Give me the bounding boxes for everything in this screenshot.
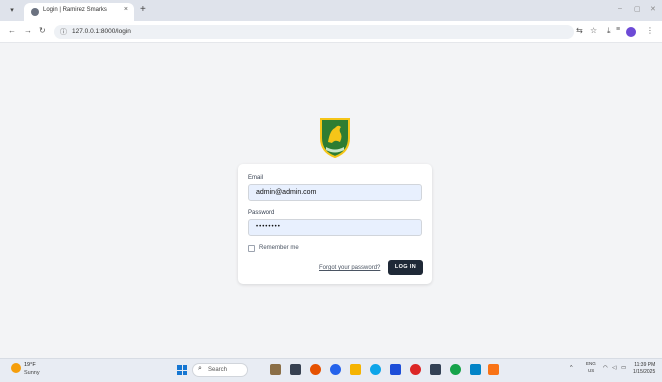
app-extra-icon[interactable] <box>488 364 499 375</box>
remember-me-checkbox[interactable] <box>248 245 255 252</box>
bookmark-star-icon[interactable]: ☆ <box>590 26 597 35</box>
weather-description[interactable]: Sunny <box>24 370 40 376</box>
chrome-app-icon[interactable] <box>370 364 381 375</box>
email-input[interactable]: admin@admin.com <box>248 184 422 201</box>
wifi-icon[interactable]: ◠ <box>603 365 608 371</box>
browser-tab-strip: ▾ Login | Ramirez Smarks × + – ▢ ✕ <box>0 0 662 21</box>
extensions-icon[interactable]: ≡ <box>616 26 620 33</box>
language-region[interactable]: US <box>588 368 594 373</box>
store-app-icon[interactable] <box>390 364 401 375</box>
forward-icon[interactable]: → <box>24 26 32 35</box>
battery-icon[interactable]: ▭ <box>621 365 626 371</box>
media-app-icon[interactable] <box>410 364 421 375</box>
back-icon[interactable]: ← <box>8 26 16 35</box>
minimize-icon[interactable]: – <box>618 5 622 12</box>
login-card: Email admin@admin.com Password •••••••• … <box>238 164 432 284</box>
browser-toolbar: ← → ↻ ⓘ 127.0.0.1:8000/login ⇆ ☆ ⤓ ≡ ⋮ <box>0 21 662 43</box>
volume-icon[interactable]: ◁ <box>612 365 616 371</box>
password-label: Password <box>248 210 275 216</box>
tray-chevron-icon[interactable]: ^ <box>570 365 573 371</box>
taskbar-search-box[interactable]: ⌕ Search <box>192 363 248 377</box>
download-icon[interactable]: ⤓ <box>607 26 611 36</box>
window-close-icon[interactable]: ✕ <box>650 5 656 13</box>
browser-app-icon[interactable] <box>310 364 321 375</box>
browser-tab[interactable]: Login | Ramirez Smarks × <box>24 3 134 21</box>
tab-title: Login | Ramirez Smarks <box>43 7 107 13</box>
weather-sun-icon[interactable] <box>11 363 21 373</box>
address-bar[interactable]: ⓘ 127.0.0.1:8000/login <box>54 25 574 39</box>
system-clock[interactable]: 11:39 PM 1/15/2025 <box>633 362 655 376</box>
menu-icon[interactable]: ⋮ <box>646 26 654 35</box>
password-input[interactable]: •••••••• <box>248 219 422 236</box>
search-icon: ⌕ <box>198 365 202 372</box>
url-text[interactable]: 127.0.0.1:8000/login <box>72 28 131 35</box>
tab-search-icon[interactable]: ▾ <box>6 5 18 17</box>
task-view-icon[interactable] <box>290 364 301 375</box>
start-menu-icon[interactable] <box>177 365 187 375</box>
tab-close-icon[interactable]: × <box>124 6 128 13</box>
new-tab-button[interactable]: + <box>140 4 146 15</box>
maximize-icon[interactable]: ▢ <box>634 5 641 13</box>
clock-time: 11:39 PM <box>634 362 656 368</box>
profile-avatar[interactable] <box>626 27 636 37</box>
app-logo-shield <box>320 118 350 158</box>
login-button[interactable]: LOG IN <box>388 260 423 275</box>
site-info-icon[interactable]: ⓘ <box>60 27 67 37</box>
weather-temperature[interactable]: 19°F <box>24 362 36 368</box>
forgot-password-link[interactable]: Forgot your password? <box>319 265 380 271</box>
vscode-app-icon[interactable] <box>470 364 481 375</box>
widgets-app-icon[interactable] <box>270 364 281 375</box>
search-placeholder: Search <box>208 367 228 373</box>
remember-me-label[interactable]: Remember me <box>259 245 299 251</box>
chrome-active-app-icon[interactable] <box>450 364 461 375</box>
file-explorer-icon[interactable] <box>350 364 361 375</box>
favicon-icon <box>31 8 39 16</box>
edge-app-icon[interactable] <box>330 364 341 375</box>
language-indicator[interactable]: ENG <box>586 361 596 366</box>
os-taskbar: 19°F Sunny ⌕ Search ^ ENG US ◠ ◁ ▭ 11:39… <box>0 358 662 382</box>
email-label: Email <box>248 175 264 181</box>
clock-date: 1/15/2025 <box>633 369 656 375</box>
terminal-app-icon[interactable] <box>430 364 441 375</box>
reload-icon[interactable]: ↻ <box>39 26 46 35</box>
translate-icon[interactable]: ⇆ <box>576 26 583 35</box>
